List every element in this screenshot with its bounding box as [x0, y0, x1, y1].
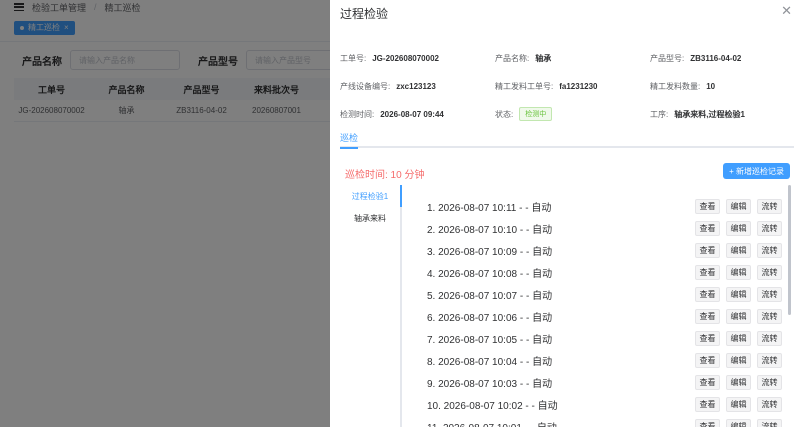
view-button[interactable]: 查看	[695, 374, 720, 390]
edit-button[interactable]: 编辑	[726, 374, 751, 390]
transfer-button[interactable]: 流转	[757, 242, 782, 258]
tab-patrol-inspection[interactable]: 巡检	[340, 131, 359, 149]
info-value: fa1231230	[559, 81, 598, 91]
tabs: 巡检	[340, 130, 794, 149]
transfer-button[interactable]: 流转	[757, 286, 782, 302]
record-text: 6. 2026-08-07 10:06 - - 自动	[427, 312, 553, 324]
edit-button[interactable]: 编辑	[726, 396, 751, 412]
info-label: 工序:	[650, 109, 669, 119]
edit-button[interactable]: 编辑	[726, 308, 751, 324]
info-value: 2026-08-07 09:44	[380, 109, 444, 119]
view-button[interactable]: 查看	[695, 330, 720, 346]
info-item-equipment-no: 产线设备编号: zxc123123	[340, 81, 495, 92]
transfer-button[interactable]: 流转	[757, 198, 782, 214]
edit-button[interactable]: 编辑	[726, 220, 751, 236]
edit-button[interactable]: 编辑	[726, 286, 751, 302]
inspection-record-list: 1. 2026-08-07 10:11 - - 自动 查看 编辑 流转 2. 2…	[420, 195, 782, 427]
record-text: 11. 2026-08-07 10:01 - - 自动	[420, 419, 557, 427]
close-icon[interactable]: ✕	[781, 3, 792, 19]
info-item-issue-order-no: 精工发料工单号: fa1231230	[495, 81, 650, 92]
transfer-button[interactable]: 流转	[757, 374, 782, 390]
view-button[interactable]: 查看	[695, 352, 720, 368]
info-value: JG-202608070002	[372, 53, 439, 63]
info-row: 产线设备编号: zxc123123 精工发料工单号: fa1231230 精工发…	[340, 72, 790, 100]
side-nav-item-bearing-incoming[interactable]: 轴承来料	[340, 207, 400, 229]
list-item: 1. 2026-08-07 10:11 - - 自动 查看 编辑 流转	[420, 195, 782, 217]
info-value: ZB3116-04-02	[690, 53, 742, 63]
record-text: 2. 2026-08-07 10:10 - - 自动	[427, 224, 553, 236]
info-item-status: 状态: 检测中	[495, 107, 650, 121]
info-item-product-model: 产品型号: ZB3116-04-02	[650, 53, 790, 64]
edit-button[interactable]: 编辑	[726, 330, 751, 346]
record-text: 4. 2026-08-07 10:08 - - 自动	[427, 268, 553, 280]
record-text: 1. 2026-08-07 10:11 - - 自动	[427, 202, 552, 214]
list-item: 10. 2026-08-07 10:02 - - 自动 查看 编辑 流转	[420, 393, 782, 415]
view-button[interactable]: 查看	[695, 396, 720, 412]
drawer-title: 过程检验	[340, 7, 389, 21]
info-label: 产品名称:	[495, 53, 530, 63]
info-label: 产线设备编号:	[340, 81, 391, 91]
view-button[interactable]: 查看	[695, 242, 720, 258]
info-value: 10	[706, 81, 716, 91]
info-item-product-name: 产品名称: 轴承	[495, 53, 650, 64]
edit-button[interactable]: 编辑	[726, 264, 751, 280]
view-button[interactable]: 查看	[695, 264, 720, 280]
list-item: 4. 2026-08-07 10:08 - - 自动 查看 编辑 流转	[420, 261, 782, 283]
transfer-button[interactable]: 流转	[757, 418, 782, 427]
list-item: 7. 2026-08-07 10:05 - - 自动 查看 编辑 流转	[420, 327, 782, 349]
inspection-interval: 巡检时间: 10 分钟	[345, 170, 425, 181]
record-text: 8. 2026-08-07 10:04 - - 自动	[427, 356, 553, 368]
list-item: 8. 2026-08-07 10:04 - - 自动 查看 编辑 流转	[420, 349, 782, 371]
info-label: 产品型号:	[650, 53, 685, 63]
info-label: 精工发料数量:	[650, 81, 701, 91]
view-button[interactable]: 查看	[695, 220, 720, 236]
record-text: 10. 2026-08-07 10:02 - - 自动	[427, 400, 558, 412]
record-text: 9. 2026-08-07 10:03 - - 自动	[427, 378, 553, 390]
info-item-issue-qty: 精工发料数量: 10	[650, 81, 790, 92]
info-label: 检测时间:	[340, 109, 375, 119]
info-label: 状态:	[495, 109, 514, 119]
record-text: 7. 2026-08-07 10:05 - - 自动	[427, 334, 553, 346]
edit-button[interactable]: 编辑	[726, 242, 751, 258]
view-button[interactable]: 查看	[695, 198, 720, 214]
scrollbar[interactable]	[788, 185, 791, 315]
info-grid: 工单号: JG-202608070002 产品名称: 轴承 产品型号: ZB31…	[340, 44, 790, 128]
info-item-work-order: 工单号: JG-202608070002	[340, 53, 495, 64]
list-item: 6. 2026-08-07 10:06 - - 自动 查看 编辑 流转	[420, 305, 782, 327]
list-item: 5. 2026-08-07 10:07 - - 自动 查看 编辑 流转	[420, 283, 782, 305]
view-button[interactable]: 查看	[695, 308, 720, 324]
side-nav-item-process-inspection-1[interactable]: 过程检验1	[340, 185, 402, 207]
list-item: 3. 2026-08-07 10:09 - - 自动 查看 编辑 流转	[420, 239, 782, 261]
view-button[interactable]: 查看	[695, 418, 720, 427]
transfer-button[interactable]: 流转	[757, 396, 782, 412]
edit-button[interactable]: 编辑	[726, 352, 751, 368]
info-value: 轴承	[535, 53, 552, 63]
info-label: 精工发料工单号:	[495, 81, 554, 91]
transfer-button[interactable]: 流转	[757, 220, 782, 236]
list-item: 2. 2026-08-07 10:10 - - 自动 查看 编辑 流转	[420, 217, 782, 239]
transfer-button[interactable]: 流转	[757, 308, 782, 324]
view-button[interactable]: 查看	[695, 286, 720, 302]
transfer-button[interactable]: 流转	[757, 352, 782, 368]
add-inspection-record-button[interactable]: + 新增巡检记录	[723, 163, 790, 179]
record-text: 3. 2026-08-07 10:09 - - 自动	[427, 246, 553, 258]
process-inspection-drawer: 过程检验 ✕ 工单号: JG-202608070002 产品名称: 轴承 产品型…	[330, 0, 800, 427]
info-value: zxc123123	[396, 81, 436, 91]
edit-button[interactable]: 编辑	[726, 198, 751, 214]
info-label: 工单号:	[340, 53, 367, 63]
transfer-button[interactable]: 流转	[757, 264, 782, 280]
transfer-button[interactable]: 流转	[757, 330, 782, 346]
info-value: 轴承来料,过程检验1	[674, 109, 745, 119]
edit-button[interactable]: 编辑	[726, 418, 751, 427]
record-text: 5. 2026-08-07 10:07 - - 自动	[427, 290, 553, 302]
info-item-process: 工序: 轴承来料,过程检验1	[650, 109, 790, 120]
list-item: 9. 2026-08-07 10:03 - - 自动 查看 编辑 流转	[420, 371, 782, 393]
status-badge: 检测中	[519, 107, 553, 121]
process-side-nav: 过程检验1 轴承来料	[340, 185, 402, 427]
info-row: 工单号: JG-202608070002 产品名称: 轴承 产品型号: ZB31…	[340, 44, 790, 72]
info-item-inspect-time: 检测时间: 2026-08-07 09:44	[340, 109, 495, 120]
info-row: 检测时间: 2026-08-07 09:44 状态: 检测中 工序: 轴承来料,…	[340, 100, 790, 128]
list-item: 11. 2026-08-07 10:01 - - 自动 查看 编辑 流转	[420, 415, 782, 427]
